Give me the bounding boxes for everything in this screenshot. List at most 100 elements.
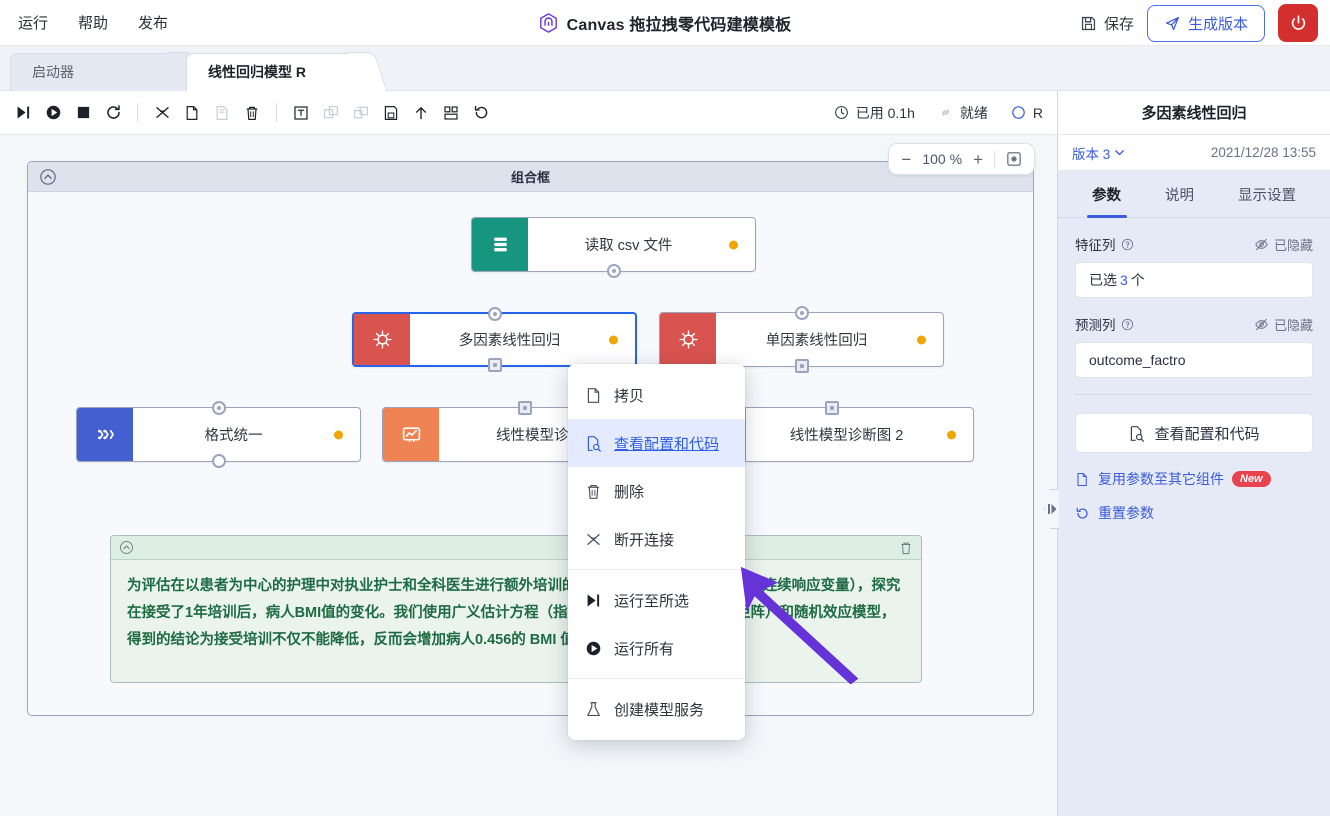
context-menu-item-label: 拷贝 (614, 387, 645, 405)
input-port[interactable] (211, 401, 226, 415)
context-menu-item-run-all[interactable]: 运行所有 (568, 624, 745, 672)
note-card-header (111, 536, 921, 560)
view-config-code-button[interactable]: 查看配置和代码 (1075, 413, 1313, 453)
delete-icon[interactable] (237, 98, 267, 128)
feature-column-hidden-toggle[interactable]: 已隐藏 (1254, 235, 1313, 254)
run-all-icon[interactable] (38, 98, 68, 128)
model-icon (354, 314, 410, 365)
context-menu-item-disconnect[interactable]: 断开连接 (568, 515, 745, 563)
group-box[interactable]: 组合框 读取 csv 文件 多因素线性回归 单因素线性回归 格式统一 线性模型诊… (27, 161, 1034, 716)
node-univariate-regression[interactable]: 单因素线性回归 (659, 306, 944, 373)
zoom-out-button[interactable]: − (901, 151, 911, 168)
trash-icon (587, 484, 600, 499)
view-code-icon (1131, 425, 1145, 442)
menu-run[interactable]: 运行 (18, 12, 48, 33)
toolbar-separator (137, 103, 138, 122)
upload-icon[interactable] (406, 98, 436, 128)
power-button[interactable] (1278, 4, 1318, 42)
node-read-csv[interactable]: 读取 csv 文件 (471, 217, 756, 278)
generate-version-label: 生成版本 (1187, 15, 1248, 33)
output-port[interactable] (794, 359, 809, 373)
node-label: 读取 csv 文件 (584, 238, 673, 254)
reset-parameters-link[interactable]: 重置参数 (1075, 503, 1313, 523)
collapse-icon[interactable] (39, 168, 57, 186)
text-note-icon[interactable] (286, 98, 316, 128)
target-column-label: 预测列 (1075, 318, 1116, 333)
context-menu-item-create-model-service[interactable]: 创建模型服务 (568, 685, 745, 733)
context-menu-item-run-to-selected[interactable]: 运行至所选 (568, 576, 745, 624)
input-port[interactable] (824, 401, 839, 415)
save-button[interactable]: 保存 (1080, 13, 1134, 34)
collapse-icon[interactable] (119, 540, 134, 555)
tab-display-settings[interactable]: 显示设置 (1235, 184, 1299, 205)
tab-linear-regression-label: 线性回归模型 R (208, 64, 306, 80)
kernel-idle-icon (1012, 106, 1025, 119)
output-port[interactable] (487, 358, 502, 372)
toolbar-separator (276, 103, 277, 122)
menu-bar: 运行 帮助 发布 (0, 12, 168, 33)
menu-help[interactable]: 帮助 (78, 12, 108, 33)
tab-parameters[interactable]: 参数 (1086, 184, 1127, 218)
node-format-unify[interactable]: 格式统一 (76, 401, 361, 468)
header-actions: 保存 生成版本 (1080, 0, 1318, 46)
help-icon[interactable] (1121, 238, 1134, 251)
canvas-toolbar: 已用 0.1h 就绪 R (0, 91, 1057, 135)
context-menu-item-delete[interactable]: 删除 (568, 467, 745, 515)
stop-icon[interactable] (68, 98, 98, 128)
view-config-code-label: 查看配置和代码 (1154, 425, 1260, 443)
reuse-parameters-label: 复用参数至其它组件 (1098, 471, 1224, 487)
disconnect-icon[interactable] (147, 98, 177, 128)
workflow-canvas[interactable]: − 100 % + 组合框 读取 csv 文件 多因素线性回归 单因素线性回归 … (0, 135, 1057, 816)
fit-screen-icon[interactable] (1006, 151, 1022, 167)
run-to-selected-icon[interactable] (8, 98, 38, 128)
target-column-hidden-label: 已隐藏 (1273, 317, 1313, 333)
tab-launcher[interactable]: 启动器 (10, 53, 188, 91)
context-menu-item-copy[interactable]: 拷贝 (568, 371, 745, 419)
generate-version-button[interactable]: 生成版本 (1146, 4, 1265, 42)
node-label: 线性模型诊断图 2 (789, 428, 904, 444)
input-port[interactable] (487, 307, 502, 321)
divider (994, 150, 995, 168)
tab-linear-regression[interactable]: 线性回归模型 R (186, 53, 369, 91)
save-file-icon[interactable] (376, 98, 406, 128)
page-title-text: Canvas 拖拉拽零代码建模模板 (566, 17, 792, 34)
trash-icon[interactable] (899, 541, 913, 555)
note-card[interactable]: 为评估在以患者为中心的护理中对执业护士和全科医生进行额外培训的效果，我们研究BM… (110, 535, 922, 683)
target-column-hidden-toggle[interactable]: 已隐藏 (1254, 315, 1313, 334)
chart-monitor-icon (383, 408, 439, 461)
status-state: 就绪 (959, 104, 988, 121)
target-column-header: 预测列 已隐藏 (1075, 314, 1313, 334)
deploy-icon (587, 701, 600, 716)
node-context-menu[interactable]: 拷贝 查看配置和代码 删除 断开连接 运行至所选 运行所有 创建模型服务 (568, 364, 745, 740)
reuse-parameters-link[interactable]: 复用参数至其它组件 New (1075, 469, 1313, 489)
run-all-icon (586, 641, 601, 655)
zoom-in-button[interactable]: + (973, 151, 983, 168)
node-multivariate-regression[interactable]: 多因素线性回归 (352, 307, 637, 372)
ungroup-icon (346, 98, 376, 128)
input-port[interactable] (517, 401, 532, 415)
reset-icon[interactable] (466, 98, 496, 128)
save-icon (1081, 16, 1096, 30)
link-icon (942, 109, 949, 116)
version-selector[interactable]: 版本 3 (1072, 143, 1125, 163)
eye-off-icon (1255, 318, 1268, 330)
model-icon (660, 313, 716, 366)
status-dot (947, 430, 956, 439)
help-icon[interactable] (1121, 318, 1134, 331)
context-menu-item-view-code[interactable]: 查看配置和代码 (568, 419, 745, 467)
feature-column-header: 特征列 已隐藏 (1075, 234, 1313, 254)
view-code-icon (587, 435, 601, 452)
menu-publish[interactable]: 发布 (138, 12, 168, 33)
input-port[interactable] (794, 306, 809, 320)
target-column-input[interactable]: outcome_factro (1075, 342, 1313, 378)
status-dot (917, 335, 926, 344)
copy-icon[interactable] (177, 98, 207, 128)
auto-layout-icon[interactable] (436, 98, 466, 128)
disconnect-icon (587, 533, 600, 545)
output-port[interactable] (211, 454, 226, 468)
feature-column-input[interactable]: 已选 3 个 (1075, 262, 1313, 298)
output-port[interactable] (606, 264, 621, 278)
status-dot (609, 335, 618, 344)
restart-icon[interactable] (98, 98, 128, 128)
tab-description[interactable]: 说明 (1162, 184, 1197, 205)
